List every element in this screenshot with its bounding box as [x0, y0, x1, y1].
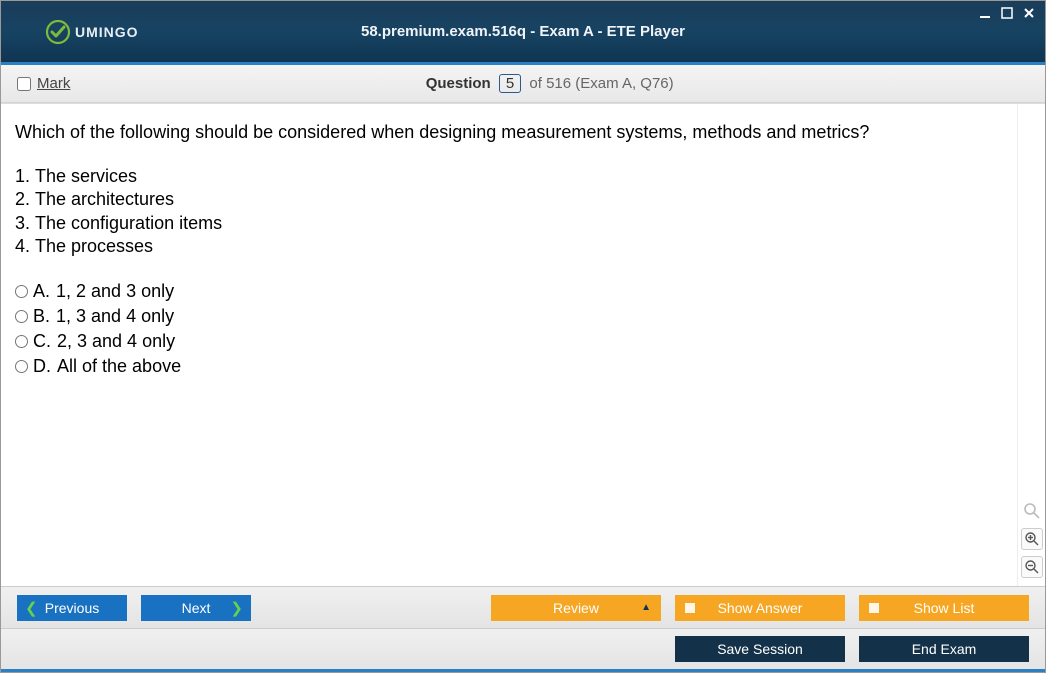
choice-c[interactable]: C. 2, 3 and 4 only — [15, 329, 1003, 354]
choice-radio[interactable] — [15, 335, 28, 348]
choice-a[interactable]: A. 1, 2 and 3 only — [15, 279, 1003, 304]
brand-text: UMINGO — [75, 24, 139, 40]
next-button[interactable]: Next ❯ — [141, 595, 251, 621]
window-title: 58.premium.exam.516q - Exam A - ETE Play… — [361, 23, 685, 40]
nav-bar: ❮ Previous Next ❯ Review ▲ Show Answer S… — [1, 586, 1045, 628]
choice-text: 1, 3 and 4 only — [56, 304, 174, 329]
brand-logo: UMINGO — [1, 19, 139, 45]
button-label: End Exam — [912, 641, 977, 657]
answer-choices: A. 1, 2 and 3 only B. 1, 3 and 4 only C.… — [15, 279, 1003, 380]
choice-letter: D. — [33, 354, 51, 379]
choice-letter: A. — [33, 279, 50, 304]
question-number-input[interactable]: 5 — [499, 74, 521, 93]
question-items-list: The services The architectures The confi… — [35, 165, 1003, 259]
window-controls — [977, 5, 1037, 21]
question-stem: Which of the following should be conside… — [15, 122, 1003, 143]
button-label: Previous — [45, 600, 99, 616]
square-icon — [869, 603, 879, 613]
choice-radio[interactable] — [15, 310, 28, 323]
choice-radio[interactable] — [15, 360, 28, 373]
end-exam-button[interactable]: End Exam — [859, 636, 1029, 662]
button-label: Save Session — [717, 641, 803, 657]
zoom-tools — [1017, 104, 1045, 586]
question-content: Which of the following should be conside… — [1, 104, 1017, 586]
mark-checkbox[interactable] — [17, 77, 31, 91]
triangle-up-icon: ▲ — [641, 602, 651, 613]
square-icon — [685, 603, 695, 613]
review-button[interactable]: Review ▲ — [491, 595, 661, 621]
choice-text: 2, 3 and 4 only — [57, 329, 175, 354]
question-of-text: of 516 (Exam A, Q76) — [529, 75, 673, 92]
mark-toggle[interactable]: Mark — [17, 75, 70, 92]
previous-button[interactable]: ❮ Previous — [17, 595, 127, 621]
show-list-button[interactable]: Show List — [859, 595, 1029, 621]
chevron-left-icon: ❮ — [25, 599, 38, 617]
show-answer-button[interactable]: Show Answer — [675, 595, 845, 621]
chevron-right-icon: ❯ — [230, 599, 243, 617]
list-item: The architectures — [35, 188, 1003, 211]
zoom-in-icon[interactable] — [1021, 528, 1043, 550]
question-position: Question 5 of 516 (Exam A, Q76) — [70, 74, 1029, 93]
mark-label: Mark — [37, 75, 70, 92]
button-label: Show List — [914, 600, 975, 616]
button-label: Review — [553, 600, 599, 616]
choice-d[interactable]: D. All of the above — [15, 354, 1003, 379]
save-session-button[interactable]: Save Session — [675, 636, 845, 662]
end-bar: Save Session End Exam — [1, 628, 1045, 672]
choice-text: All of the above — [57, 354, 181, 379]
list-item: The configuration items — [35, 212, 1003, 235]
choice-letter: B. — [33, 304, 50, 329]
search-icon[interactable] — [1021, 500, 1043, 522]
list-item: The services — [35, 165, 1003, 188]
question-word: Question — [426, 75, 491, 92]
zoom-out-icon[interactable] — [1021, 556, 1043, 578]
choice-radio[interactable] — [15, 285, 28, 298]
button-label: Show Answer — [718, 600, 803, 616]
list-item: The processes — [35, 235, 1003, 258]
button-label: Next — [182, 600, 211, 616]
question-header: Mark Question 5 of 516 (Exam A, Q76) — [1, 65, 1045, 103]
minimize-icon[interactable] — [977, 5, 993, 21]
choice-letter: C. — [33, 329, 51, 354]
checkmark-icon — [45, 19, 71, 45]
choice-b[interactable]: B. 1, 3 and 4 only — [15, 304, 1003, 329]
title-bar: UMINGO 58.premium.exam.516q - Exam A - E… — [1, 1, 1045, 65]
close-icon[interactable] — [1021, 5, 1037, 21]
choice-text: 1, 2 and 3 only — [56, 279, 174, 304]
maximize-icon[interactable] — [999, 5, 1015, 21]
